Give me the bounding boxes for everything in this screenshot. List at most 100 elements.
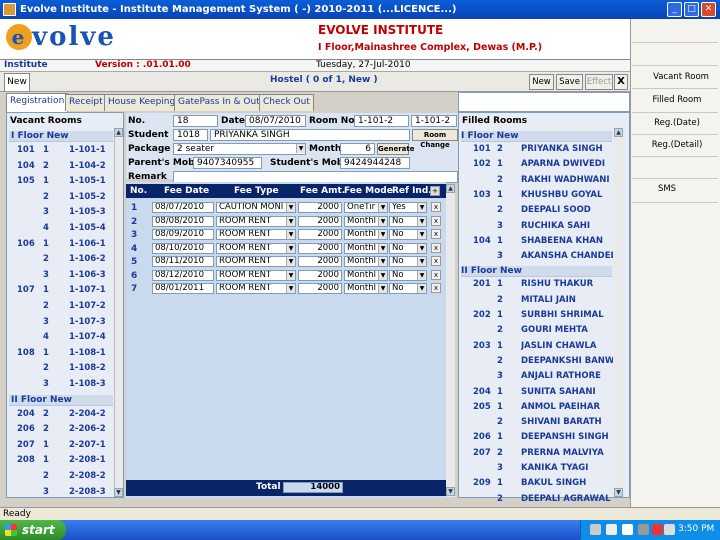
tray-antivirus-icon[interactable]: [652, 524, 663, 535]
delete-row-button[interactable]: x: [431, 242, 441, 253]
list-item[interactable]: 204 1 SUNITA SAHANI: [461, 387, 612, 399]
save-button[interactable]: Save: [556, 74, 583, 90]
vacant-scrollbar[interactable]: [114, 128, 123, 497]
start-button[interactable]: start: [0, 520, 66, 540]
fee-date-field[interactable]: 08/08/2010: [152, 215, 214, 227]
student-id-field[interactable]: 1018: [173, 129, 208, 141]
fee-date-field[interactable]: 08/09/2010: [152, 229, 214, 240]
filled-scroll-up-icon[interactable]: ▲: [614, 128, 623, 137]
list-item[interactable]: 3 ANJALI RATHORE: [461, 371, 612, 383]
list-item[interactable]: 3 AKANSHA CHANDEL: [461, 251, 613, 263]
grid-scrollbar[interactable]: [446, 184, 455, 497]
filled-scroll-down-icon[interactable]: ▼: [614, 488, 623, 497]
list-item[interactable]: 104 1 SHABEENA KHAN: [461, 236, 612, 248]
vacant-room-report[interactable]: Vacant Room: [636, 72, 720, 82]
list-item[interactable]: 2 1-108-2: [9, 363, 113, 375]
fee-amount-field[interactable]: 2000: [298, 283, 342, 294]
fee-mode-select[interactable]: Monthl ▼: [344, 256, 388, 267]
effect-button[interactable]: Effect: [585, 74, 613, 90]
fee-amount-field[interactable]: 2000: [298, 242, 342, 254]
list-item[interactable]: 206 2 2-206-2: [9, 424, 113, 436]
fee-type-select[interactable]: ROOM RENT ▼: [216, 283, 296, 294]
fee-amount-field[interactable]: 2000: [298, 202, 342, 213]
list-item[interactable]: 2 1-105-2: [9, 192, 113, 204]
list-item[interactable]: 2 1-107-2: [9, 301, 113, 313]
tab-receipt[interactable]: Receipt: [65, 94, 107, 111]
fee-amount-field[interactable]: 2000: [298, 215, 342, 227]
sms-button[interactable]: SMS: [622, 184, 712, 194]
list-item[interactable]: 3 1-106-3: [9, 270, 113, 282]
list-item[interactable]: 3 1-108-3: [9, 379, 113, 391]
minimize-button[interactable]: _: [667, 2, 682, 17]
list-item[interactable]: 107 1 1-107-1: [9, 285, 113, 297]
fee-mode-select[interactable]: Monthl ▼: [344, 229, 388, 240]
tray-app-icon[interactable]: [664, 524, 675, 535]
list-item[interactable]: 108 1 1-108-1: [9, 348, 113, 360]
fee-type-select[interactable]: CAUTION MONI ▼: [216, 202, 296, 213]
delete-row-button[interactable]: x: [431, 269, 441, 280]
list-item[interactable]: 2 1-106-2: [9, 254, 113, 266]
list-item[interactable]: 2 2-208-2: [9, 471, 113, 483]
list-item[interactable]: 3 1-105-3: [9, 207, 113, 219]
list-item[interactable]: 2 DEEPANKSHI BANW: [461, 356, 613, 368]
fee-date-field[interactable]: 08/11/2010: [152, 256, 214, 267]
list-item[interactable]: 201 1 RISHU THAKUR: [461, 279, 612, 291]
fee-amount-field[interactable]: 2000: [298, 256, 342, 267]
list-item[interactable]: 101 1 1-101-1: [9, 145, 113, 157]
fee-type-select[interactable]: ROOM RENT ▼: [216, 256, 296, 267]
list-item[interactable]: 206 1 DEEPANSHI SINGH: [461, 432, 612, 444]
list-item[interactable]: 101 2 PRIYANKA SINGH: [461, 144, 612, 156]
list-item[interactable]: 3 2-208-3: [9, 487, 113, 499]
ref-ind-select[interactable]: No ▼: [389, 269, 427, 281]
list-item[interactable]: 104 2 1-104-2: [9, 161, 113, 173]
fee-amount-field[interactable]: 2000: [298, 229, 342, 240]
month-field[interactable]: 6: [340, 143, 375, 155]
fee-date-field[interactable]: 08/12/2010: [152, 269, 214, 281]
fee-type-select[interactable]: ROOM RENT ▼: [216, 269, 296, 281]
reg-detail-report[interactable]: Reg.(Detail): [632, 140, 720, 150]
list-item[interactable]: 204 2 2-204-2: [9, 409, 113, 421]
date-field[interactable]: 08/07/2010: [245, 115, 306, 127]
list-item[interactable]: 105 1 1-105-1: [9, 176, 113, 188]
filled-room-report[interactable]: Filled Room: [632, 95, 720, 105]
tab-house-keeping[interactable]: House Keeping: [104, 94, 180, 111]
tray-volume-icon[interactable]: [622, 524, 633, 535]
list-item[interactable]: 209 1 BAKUL SINGH: [461, 478, 612, 490]
delete-row-button[interactable]: x: [431, 202, 441, 212]
ref-ind-select[interactable]: No ▼: [389, 229, 427, 240]
tab-new[interactable]: New: [4, 73, 30, 91]
ref-ind-select[interactable]: No ▼: [389, 283, 427, 294]
delete-row-button[interactable]: x: [431, 215, 441, 226]
student-name-field[interactable]: PRIYANKA SINGH: [210, 129, 410, 141]
list-item[interactable]: 207 2 PRERNA MALVIYA: [461, 448, 612, 460]
fee-mode-select[interactable]: Monthl ▼: [344, 283, 388, 294]
ref-ind-select[interactable]: No ▼: [389, 256, 427, 267]
scroll-down-icon[interactable]: ▼: [114, 488, 123, 497]
room-change-button[interactable]: Room Change: [412, 129, 458, 149]
list-item[interactable]: 202 1 SURBHI SHRIMAL: [461, 310, 612, 322]
delete-row-button[interactable]: x: [431, 229, 441, 239]
student-mobile-field[interactable]: 9424944248: [340, 157, 410, 169]
fee-type-select[interactable]: ROOM RENT ▼: [216, 242, 296, 254]
list-item[interactable]: 3 KANIKA TYAGI: [461, 463, 612, 475]
fee-date-field[interactable]: 08/01/2011: [152, 283, 214, 294]
list-item[interactable]: 3 1-107-3: [9, 317, 113, 329]
fee-type-select[interactable]: ROOM RENT ▼: [216, 229, 296, 240]
tray-network-icon[interactable]: [606, 524, 617, 535]
list-item[interactable]: 2 MITALI JAIN: [461, 295, 612, 307]
fee-date-field[interactable]: 08/07/2010: [152, 202, 214, 213]
fee-date-field[interactable]: 08/10/2010: [152, 242, 214, 254]
maximize-button[interactable]: □: [684, 2, 699, 17]
fee-amount-field[interactable]: 2000: [298, 269, 342, 281]
list-item[interactable]: 207 1 2-207-1: [9, 440, 113, 452]
list-item[interactable]: 106 1 1-106-1: [9, 239, 113, 251]
ref-ind-select[interactable]: No ▼: [389, 215, 427, 227]
new-button[interactable]: New: [529, 74, 554, 90]
delete-row-button[interactable]: x: [431, 283, 441, 293]
package-select[interactable]: 2 seater ▼: [173, 143, 306, 155]
reg-date-report[interactable]: Reg.(Date): [632, 118, 720, 128]
list-item[interactable]: 3 RUCHIKA SAHI: [461, 221, 612, 233]
list-item[interactable]: 102 1 APARNA DWIVEDI: [461, 159, 612, 171]
add-row-button[interactable]: +: [430, 186, 440, 196]
tab-registration[interactable]: Registration: [6, 93, 69, 112]
